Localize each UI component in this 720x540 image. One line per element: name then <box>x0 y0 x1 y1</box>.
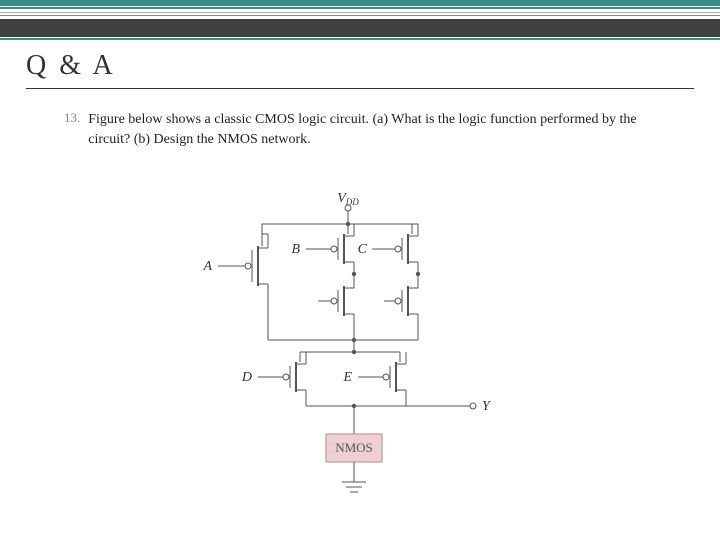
pmos-bubble-icon <box>331 298 337 304</box>
label-a: A <box>202 259 212 274</box>
top-teal-underline <box>0 38 720 40</box>
label-y: Y <box>482 399 492 414</box>
top-dark-bar <box>0 19 720 37</box>
top-decor-bars <box>0 0 720 44</box>
pmos-bubble-icon <box>395 246 401 252</box>
nmos-label: NMOS <box>335 440 373 455</box>
label-c: C <box>358 242 368 257</box>
node-dot-icon <box>352 350 356 354</box>
pmos-e: E <box>342 352 406 406</box>
question-block: 13. Figure below shows a classic CMOS lo… <box>64 110 680 149</box>
slide: Q & A 13. Figure below shows a classic C… <box>0 0 720 540</box>
pmos-c-branch: C <box>354 224 420 340</box>
pmos-bubble-icon <box>395 298 401 304</box>
circuit-figure: VDD <box>0 190 720 530</box>
ground-icon <box>342 482 366 492</box>
pmos-b-branch: B <box>291 224 356 340</box>
pmos-bubble-icon <box>383 374 389 380</box>
title-underline <box>26 88 694 89</box>
pmos-d: D <box>241 352 306 406</box>
output-terminal-icon <box>470 403 476 409</box>
pmos-bubble-icon <box>283 374 289 380</box>
pmos-bubble-icon <box>245 263 251 269</box>
question-text: Figure below shows a classic CMOS logic … <box>88 110 680 149</box>
label-d: D <box>241 370 252 385</box>
title-block: Q & A <box>26 50 694 89</box>
label-e: E <box>342 370 352 385</box>
circuit-svg: VDD <box>0 190 720 530</box>
pmos-bubble-icon <box>331 246 337 252</box>
question-number: 13. <box>64 110 80 149</box>
label-b: B <box>291 242 300 257</box>
page-title: Q & A <box>26 50 694 86</box>
